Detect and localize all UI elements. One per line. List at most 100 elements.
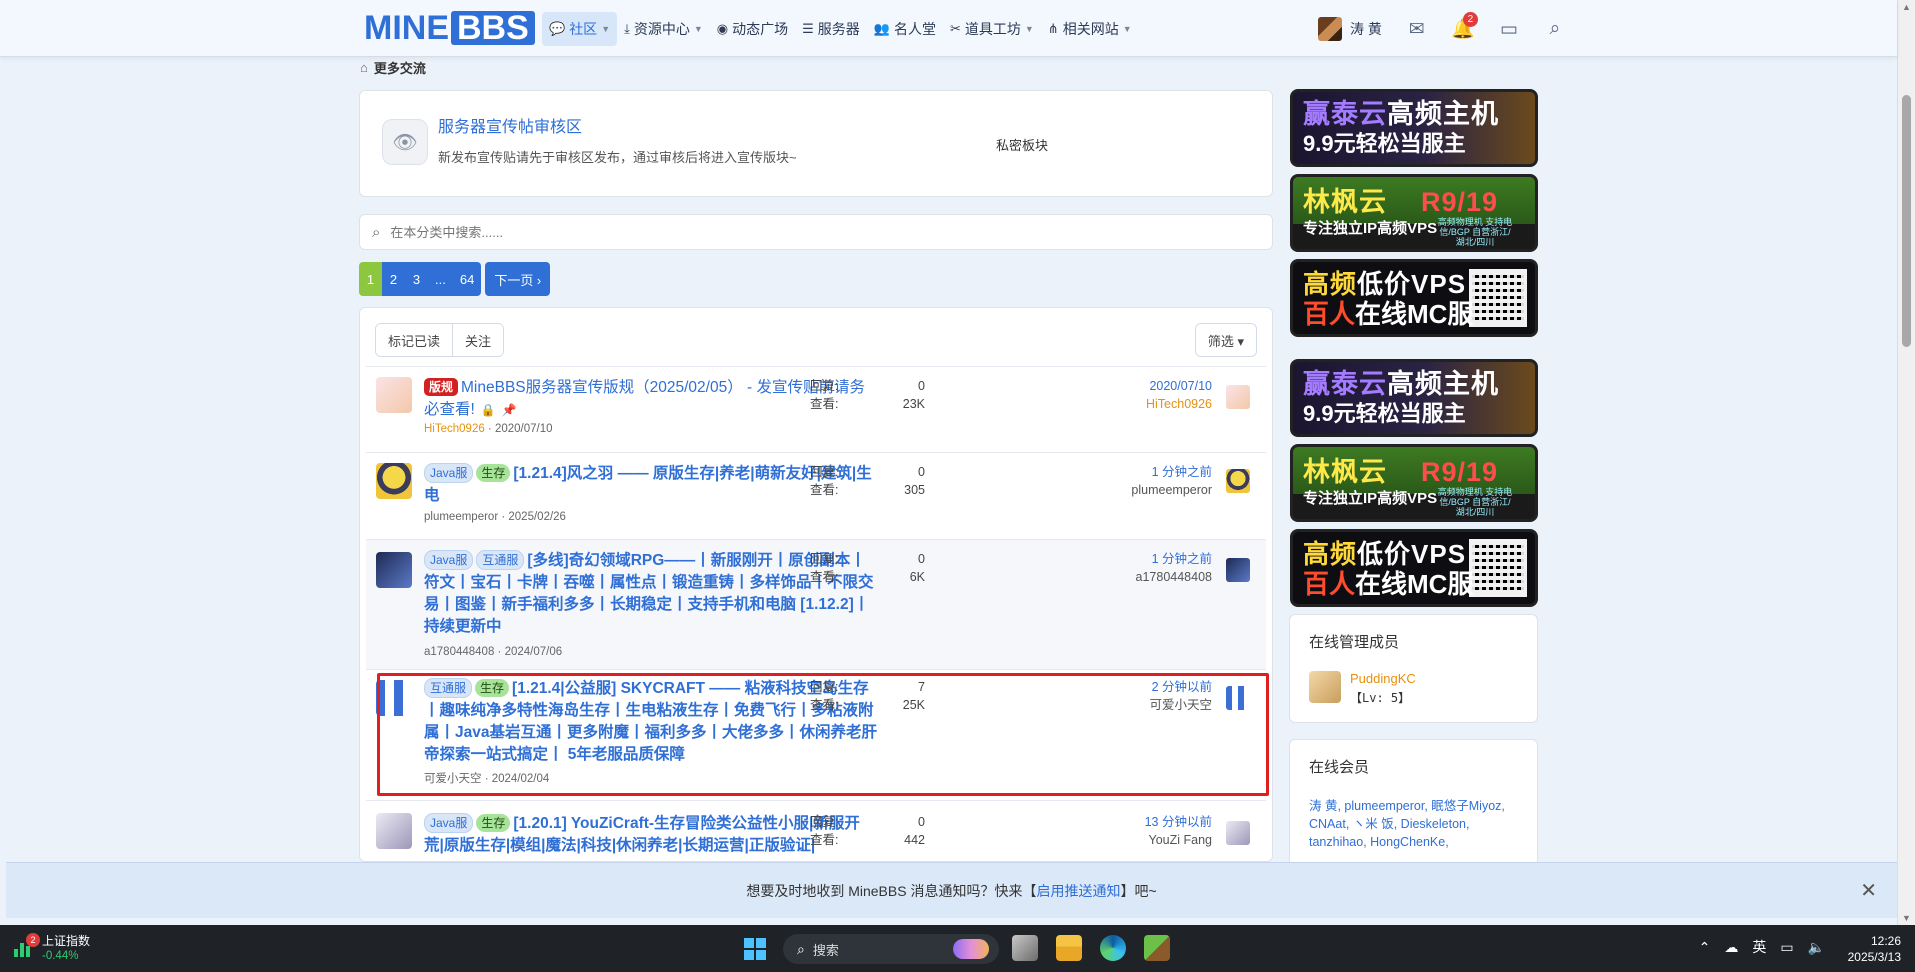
close-icon[interactable]: ✕ [1860,878,1877,903]
search-icon[interactable]: ⌕ [1540,16,1570,42]
breadcrumb-link[interactable]: 更多交流 [374,58,426,77]
thread-author-avatar[interactable] [376,813,412,849]
thread-author-avatar[interactable] [376,463,412,499]
pagination: 1 2 3 ... 64 下一页 › [359,262,551,296]
stock-badge: 2 [26,933,40,947]
page-link-current[interactable]: 1 [359,262,382,296]
thread-author-avatar[interactable] [376,552,412,588]
last-post-user[interactable]: plumeemperor [1052,481,1212,499]
taskbar-search[interactable]: ⌕ 搜索 [783,934,999,964]
staff-avatar[interactable] [1309,671,1341,703]
qr-code-icon [1469,269,1527,327]
page-link-last[interactable]: 64 [452,262,482,296]
nav-item-tools[interactable]: ✂ 道具工坊 ▼ [943,12,1041,46]
thread-row: 版规 MineBBS服务器宣传版规（2025/02/05） - 发宣传贴前请务必查… [366,366,1266,452]
filter-button[interactable]: 筛选 ▾ [1194,323,1257,357]
site-logo[interactable]: MINE BBS [364,8,535,47]
page-link[interactable]: 3 [405,262,428,296]
bell-icon[interactable]: 🔔 2 [1448,12,1478,42]
inbox-icon[interactable]: ✉ [1402,16,1432,42]
last-post-user[interactable]: HiTech0926 [1052,395,1212,413]
last-post-time[interactable]: 2 分钟以前 [1052,678,1212,696]
reply-count: 7 [918,680,925,694]
ad-banner-vps[interactable]: 高频低价VPS 百人在线MC服 [1290,259,1538,337]
ad-banner-yingtai[interactable]: 赢泰云高频主机 9.9元轻松当服主 [1290,89,1538,167]
stock-widget[interactable]: 2 上证指数 -0.44% [12,933,90,963]
user-avatar[interactable] [1318,17,1342,41]
logo-text-bbs: BBS [451,11,535,45]
enable-push-link[interactable]: 启用推送通知 [1036,881,1120,901]
mark-read-button[interactable]: 标记已读 [376,324,454,356]
edge-browser-icon[interactable] [1100,935,1126,961]
thread-author-avatar[interactable] [376,680,412,716]
thread-author-avatar[interactable] [376,377,412,413]
thread-last-post: 1 分钟之前 a1780448408 [1052,550,1212,586]
view-count: 6K [909,570,925,584]
minecraft-icon[interactable] [1144,935,1170,961]
chevron-down-icon: ▼ [601,24,611,34]
thread-author[interactable]: 可爱小天空 [424,773,482,785]
clock[interactable]: 12:26 2025/3/13 [1848,933,1901,965]
cloud-icon[interactable]: ☁ [1724,939,1738,956]
network-icon[interactable]: ▭ [1780,939,1793,956]
volume-icon[interactable]: 🔈 [1808,939,1825,956]
watch-button[interactable]: 关注 [453,324,504,356]
last-poster-avatar[interactable] [1226,385,1250,409]
last-post-time[interactable]: 1 分钟之前 [1052,550,1212,568]
last-post-time[interactable]: 13 分钟以前 [1052,813,1212,831]
page-ellipsis[interactable]: ... [428,262,453,296]
next-page-button[interactable]: 下一页 › [485,262,551,296]
nav-item-hall-of-fame[interactable]: 👥 名人堂 [867,12,943,46]
last-post-user[interactable]: 可爱小天空 [1052,696,1212,714]
ad-fineprint: 高频物理机 支持电信/BGP 自营浙江/湖北/四川 [1437,217,1513,247]
thread-author[interactable]: a1780448408 [424,646,494,658]
staff-name[interactable]: PuddingKC [1350,671,1416,686]
scroll-down-icon[interactable]: ▼ [1902,913,1911,923]
ad-banner-linfeng[interactable]: 林枫云 R9/19 专注独立IP高频VPS 高频物理机 支持电信/BGP 自营浙江… [1290,174,1538,252]
thread-tag: 版规 [424,378,459,396]
sitemap-icon: ⋔ [1047,21,1059,36]
ad-brand: 赢泰云 [1303,99,1387,129]
ime-indicator[interactable]: 英 [1752,937,1766,957]
category-search-input[interactable] [390,224,991,240]
last-post-time[interactable]: 1 分钟之前 [1052,463,1212,481]
nav-item-community[interactable]: 💬 社区 ▼ [542,12,618,46]
home-icon[interactable]: ⌂ [360,60,368,75]
staff-level: 【Lv: 5】 [1350,691,1411,705]
scroll-up-icon[interactable]: ▲ [1902,2,1911,12]
thread-date: 2020/07/10 [494,423,553,435]
nav-label: 名人堂 [893,21,936,37]
username[interactable]: 涛 黄 [1350,19,1382,39]
last-poster-avatar[interactable] [1226,821,1250,845]
subforum-title[interactable]: 服务器宣传帖审核区 [438,113,582,137]
reply-count: 0 [918,379,925,393]
last-poster-avatar[interactable] [1226,558,1250,582]
chevron-up-icon[interactable]: ⌃ [1699,939,1711,956]
thread-author[interactable]: plumeemperor [424,511,498,523]
ad-banner-linfeng[interactable]: 林枫云 R9/19 专注独立IP高频VPS 高频物理机 支持电信/BGP 自营浙江… [1290,444,1538,522]
windows-start-icon[interactable] [744,938,766,960]
nav-item-feed[interactable]: ◉ 动态广场 [710,12,795,46]
page-link[interactable]: 2 [382,262,405,296]
online-members-list[interactable]: 涛 黄, plumeemperor, 眠悠子Miyoz, CNAat, ヽ米 饭… [1309,797,1525,851]
last-poster-avatar[interactable] [1226,686,1250,710]
thread-author[interactable]: HiTech0926 [424,423,485,435]
task-view-icon[interactable] [1012,935,1038,961]
last-post-user[interactable]: YouZi Fang [1052,831,1212,849]
file-explorer-icon[interactable] [1056,935,1082,961]
notification-badge: 2 [1462,12,1478,27]
ad-banner-vps[interactable]: 高频低价VPS 百人在线MC服 [1290,529,1538,607]
thread-stats: 回复: 0 查看: 305 [810,463,925,499]
logo-text-mine: MINE [364,8,449,47]
ad-banner-yingtai[interactable]: 赢泰云高频主机 9.9元轻松当服主 [1290,359,1538,437]
nav-item-resources[interactable]: ⤓ 资源中心 ▼ [617,12,710,46]
page-scrollbar[interactable]: ▲ ▼ [1897,0,1915,925]
nav-label: 资源中心 [633,21,690,37]
last-post-user[interactable]: a1780448408 [1052,568,1212,586]
scroll-thumb[interactable] [1902,95,1911,347]
last-post-time[interactable]: 2020/07/10 [1052,377,1212,395]
last-poster-avatar[interactable] [1226,469,1250,493]
nav-item-servers[interactable]: ☰ 服务器 [795,12,867,46]
nav-item-related-sites[interactable]: ⋔ 相关网站 ▼ [1041,12,1139,46]
wallet-icon[interactable]: ▭ [1494,16,1524,42]
